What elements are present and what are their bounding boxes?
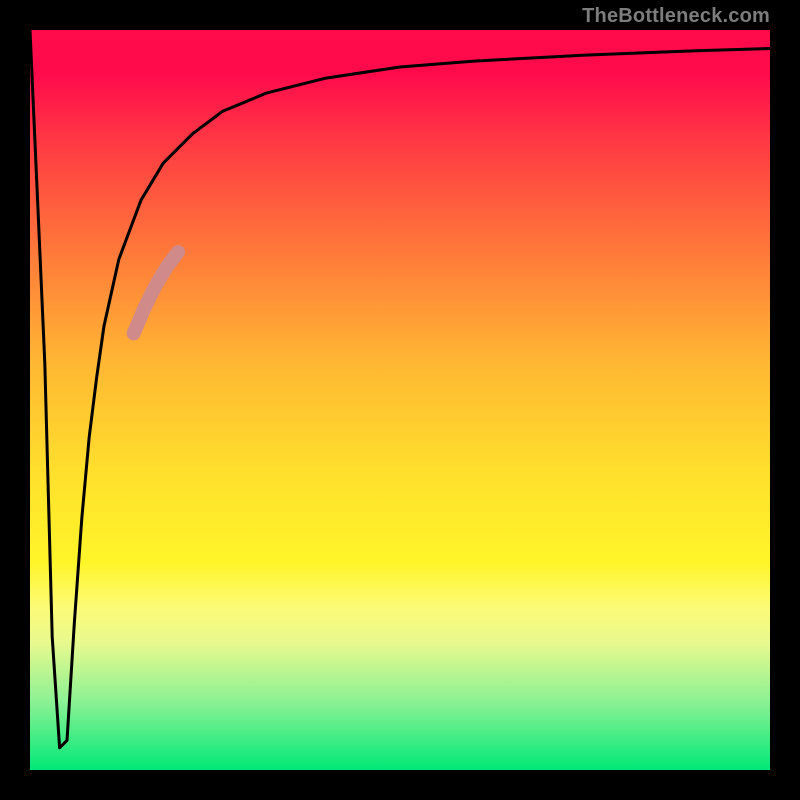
- highlight-segment: [134, 252, 178, 333]
- attribution-text: TheBottleneck.com: [582, 5, 770, 28]
- plot-area: [30, 30, 770, 770]
- main-curve: [30, 30, 770, 748]
- curve-svg: [30, 30, 770, 770]
- chart-container: TheBottleneck.com: [0, 0, 800, 800]
